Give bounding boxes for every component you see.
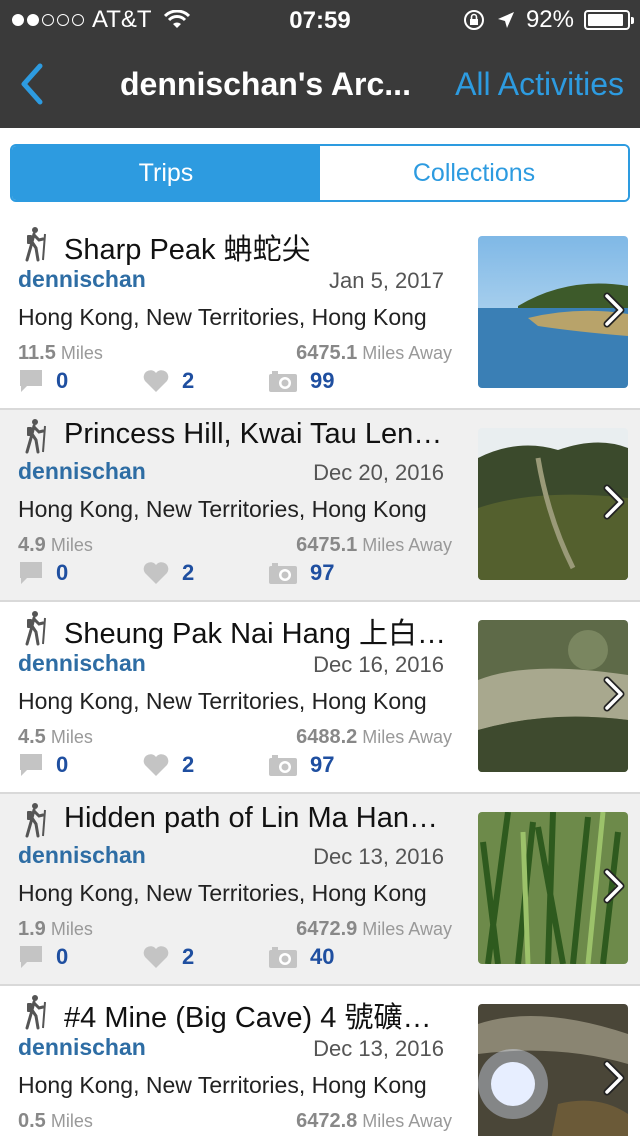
trip-location: Hong Kong, New Territories, Hong Kong [18,688,427,714]
trip-location: Hong Kong, New Territories, Hong Kong [18,880,427,906]
trip-location: Hong Kong, New Territories, Hong Kong [18,496,427,522]
comment-icon [20,754,42,776]
segment-container: Trips Collections [0,128,640,218]
chevron-right-icon [603,292,625,328]
hiker-icon [25,419,46,454]
likes-stat[interactable]: 2 [142,558,194,588]
trip-row[interactable]: Hidden path of Lin Ma Han… dennischan De… [0,794,640,986]
trip-row[interactable]: Princess Hill, Kwai Tau Len… dennischan … [0,410,640,602]
status-bar: AT&T 07:59 92% [0,0,640,40]
trip-distance: 1.9 Miles [18,918,93,940]
trip-author-link[interactable]: dennischan [18,1034,146,1061]
trip-location: Hong Kong, New Territories, Hong Kong [18,1072,427,1098]
trip-date: Dec 13, 2016 [313,844,444,869]
trip-distance-away: 6475.1 Miles Away [296,342,452,364]
trip-distance: 4.9 Miles [18,534,93,556]
trip-title: Hidden path of Lin Ma Han… [64,802,438,834]
trip-author-link[interactable]: dennischan [18,458,146,485]
heart-icon [143,754,169,776]
likes-stat[interactable]: 2 [142,750,194,780]
photos-stat[interactable]: 97 [268,750,334,780]
tab-trips[interactable]: Trips [12,146,320,200]
trip-date: Jan 5, 2017 [329,268,444,293]
photos-stat[interactable]: 99 [268,366,334,396]
camera-icon [269,755,297,776]
status-right: 92% [462,6,634,33]
wifi-icon [163,10,190,28]
status-left: AT&T [12,6,190,33]
comments-stat[interactable]: 0 [18,750,68,780]
trip-distance-away: 6472.9 Miles Away [296,918,452,940]
trip-title: Princess Hill, Kwai Tau Len… [64,418,443,450]
trip-author-link[interactable]: dennischan [18,650,146,677]
trip-row[interactable]: Sharp Peak 蚺蛇尖 dennischan Jan 5, 2017 Ho… [0,218,640,410]
comment-icon [20,946,42,968]
location-arrow-icon [497,12,514,28]
likes-stat[interactable]: 2 [142,366,194,396]
hiker-icon [25,227,46,262]
hiker-icon [25,611,46,646]
comment-icon [20,562,42,584]
trip-date: Dec 16, 2016 [313,652,444,677]
trip-distance-away: 6472.8 Miles Away [296,1110,452,1132]
trip-location: Hong Kong, New Territories, Hong Kong [18,304,427,330]
photos-stat[interactable]: 40 [268,942,334,972]
comments-stat[interactable]: 0 [18,942,68,972]
tab-collections[interactable]: Collections [320,146,628,200]
battery-percent: 92% [525,6,574,33]
back-button[interactable] [10,56,54,112]
trip-title: Sheung Pak Nai Hang 上白… [64,618,447,650]
chevron-right-icon [603,676,625,712]
trip-distance-away: 6488.2 Miles Away [296,726,452,748]
all-activities-button[interactable]: All Activities [455,66,624,103]
heart-icon [143,562,169,584]
camera-icon [269,371,297,392]
hiker-icon [25,995,46,1030]
chevron-right-icon [603,1060,625,1096]
camera-icon [269,947,297,968]
navigation-bar: dennischan's Arc... All Activities [0,40,640,128]
battery-icon [584,10,634,30]
photos-stat[interactable]: 97 [268,558,334,588]
trip-distance-away: 6475.1 Miles Away [296,534,452,556]
trip-row[interactable]: Sheung Pak Nai Hang 上白… dennischan Dec 1… [0,602,640,794]
trip-row[interactable]: #4 Mine (Big Cave) 4 號礦… dennischan Dec … [0,986,640,1136]
comment-icon [20,370,42,392]
chevron-left-icon [21,63,43,105]
signal-strength-icon [12,14,84,26]
heart-icon [143,946,169,968]
comments-stat[interactable]: 0 [18,366,68,396]
page-title: dennischan's Arc... [120,66,411,102]
heart-icon [143,370,169,392]
trip-distance: 0.5 Miles [18,1110,93,1132]
carrier-label: AT&T [92,6,152,33]
rotation-lock-icon [463,10,484,30]
chevron-right-icon [603,868,625,904]
trip-title: #4 Mine (Big Cave) 4 號礦… [64,1002,432,1034]
hiker-icon [25,803,46,838]
trip-date: Dec 13, 2016 [313,1036,444,1061]
trip-author-link[interactable]: dennischan [18,842,146,869]
trip-list: Sharp Peak 蚺蛇尖 dennischan Jan 5, 2017 Ho… [0,218,640,1136]
comments-stat[interactable]: 0 [18,558,68,588]
camera-icon [269,563,297,584]
trip-date: Dec 20, 2016 [313,460,444,485]
battery-level [588,14,623,26]
segmented-control: Trips Collections [10,144,630,202]
likes-stat[interactable]: 2 [142,942,194,972]
trip-distance: 11.5 Miles [18,342,103,364]
trip-distance: 4.5 Miles [18,726,93,748]
trip-author-link[interactable]: dennischan [18,266,146,293]
chevron-right-icon [603,484,625,520]
trip-title: Sharp Peak 蚺蛇尖 [64,234,311,266]
